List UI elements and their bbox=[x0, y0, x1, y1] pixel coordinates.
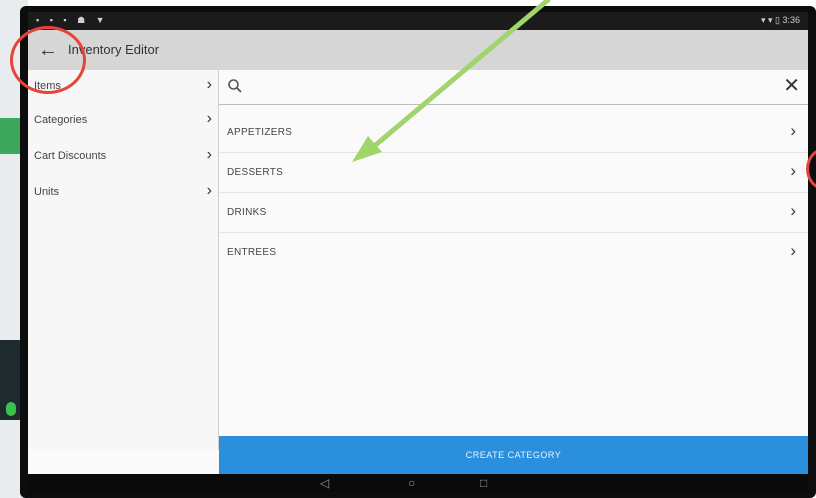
chevron-right-icon: › bbox=[790, 241, 796, 260]
left-nav: Items › Categories › Cart Discounts › Un… bbox=[28, 70, 219, 450]
back-nav-icon[interactable]: ◁ bbox=[320, 476, 329, 490]
status-clock: ▾ ▾ ▯ 3:36 bbox=[760, 15, 800, 25]
category-row-desserts[interactable]: DESSERTS › bbox=[219, 152, 808, 193]
tablet-frame: ▪ ▪ ▪ ☗ ▼ ▾ ▾ ▯ 3:36 ← Inventory Editor … bbox=[20, 6, 816, 498]
category-label: DESSERTS bbox=[227, 167, 284, 178]
close-icon[interactable]: ✕ bbox=[783, 73, 800, 98]
status-bar: ▪ ▪ ▪ ☗ ▼ ▾ ▾ ▯ 3:36 bbox=[28, 12, 808, 30]
category-list-panel: ✕ APPETIZERS › DESSERTS › DRINKS › ENTRE… bbox=[219, 70, 808, 436]
category-row-entrees[interactable]: ENTREES › bbox=[219, 232, 808, 272]
nav-item-units[interactable]: Units › bbox=[28, 176, 218, 208]
search-bar: ✕ bbox=[219, 70, 808, 105]
tablet-screen: ▪ ▪ ▪ ☗ ▼ ▾ ▾ ▯ 3:36 ← Inventory Editor … bbox=[28, 12, 808, 492]
status-icons: ▪ ▪ ▪ ☗ ▼ bbox=[36, 15, 109, 25]
chevron-right-icon: › bbox=[790, 161, 796, 180]
chevron-right-icon: › bbox=[206, 76, 212, 93]
category-label: DRINKS bbox=[227, 207, 267, 218]
nav-item-categories[interactable]: Categories › bbox=[28, 104, 218, 136]
nav-item-label: Categories bbox=[34, 114, 88, 126]
category-row-drinks[interactable]: DRINKS › bbox=[219, 192, 808, 233]
category-row-appetizers[interactable]: APPETIZERS › bbox=[219, 112, 808, 153]
chevron-right-icon: › bbox=[206, 182, 212, 199]
chevron-right-icon: › bbox=[790, 121, 796, 140]
nav-item-label: Units bbox=[34, 186, 60, 198]
chevron-right-icon: › bbox=[790, 201, 796, 220]
app-bar: ← Inventory Editor bbox=[28, 30, 808, 70]
android-nav-bar: ◁ ○ □ bbox=[28, 474, 808, 492]
search-input[interactable] bbox=[251, 76, 775, 100]
chevron-right-icon: › bbox=[206, 146, 212, 163]
category-label: APPETIZERS bbox=[227, 127, 293, 138]
annotation-highlight-circle bbox=[10, 26, 86, 94]
category-label: ENTREES bbox=[227, 247, 277, 258]
home-nav-icon[interactable]: ○ bbox=[408, 476, 415, 490]
chevron-right-icon: › bbox=[206, 110, 212, 127]
create-category-button[interactable]: CREATE CATEGORY bbox=[219, 436, 808, 474]
nav-item-cart-discounts[interactable]: Cart Discounts › bbox=[28, 140, 218, 172]
nav-item-label: Cart Discounts bbox=[34, 150, 107, 162]
search-icon bbox=[228, 79, 242, 93]
recents-nav-icon[interactable]: □ bbox=[480, 476, 487, 490]
background-green-indicator bbox=[6, 402, 16, 416]
